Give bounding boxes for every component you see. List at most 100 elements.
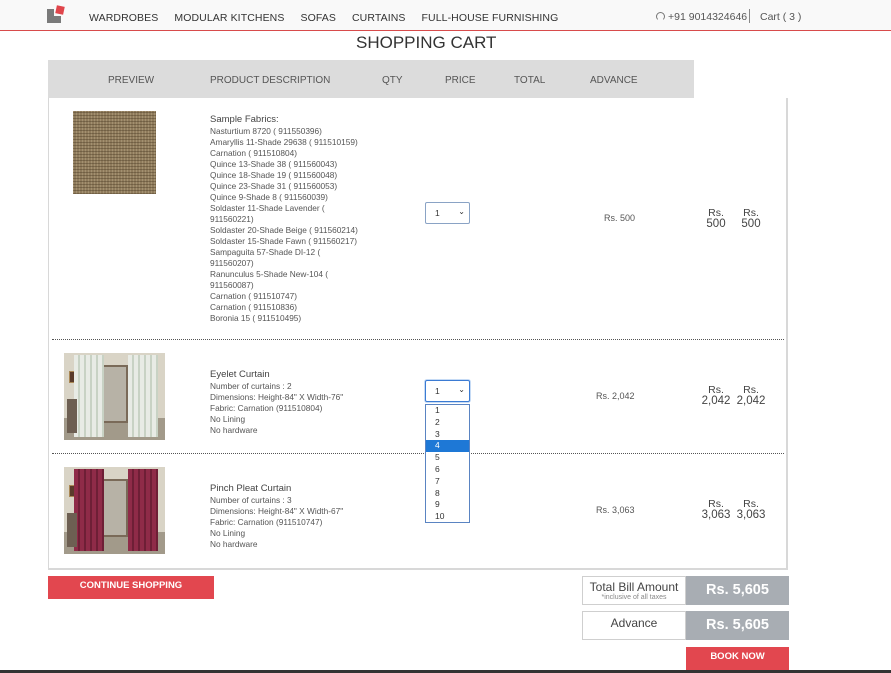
total-value: 500: [706, 218, 726, 230]
item-price: Rs. 500: [604, 213, 636, 223]
col-preview: PREVIEW: [108, 75, 155, 86]
item-line: Dimensions: Height-84" X Width-67": [210, 506, 344, 516]
advance-label: Advance: [582, 611, 686, 640]
quantity-dropdown-list[interactable]: 1 2 3 4 5 6 7 8 9 10: [425, 404, 470, 523]
item-line: Ranunculus 5-Shade New-104 (: [210, 269, 329, 279]
dropdown-option[interactable]: 9: [426, 499, 469, 511]
chevron-down-icon: ⌄: [458, 385, 465, 394]
total-bill-label: Total Bill Amount: [589, 580, 679, 594]
item-total: Rs. 2,042: [699, 385, 733, 407]
quantity-value: 1: [435, 386, 440, 396]
item-title: Pinch Pleat Curtain: [210, 483, 292, 494]
dropdown-option[interactable]: 8: [426, 488, 469, 500]
item-line: Quince 9-Shade 8 ( 911560039): [210, 192, 328, 202]
col-advance: ADVANCE: [590, 75, 638, 86]
row-divider: [52, 339, 784, 340]
item-line: Soldaster 15-Shade Fawn ( 911560217): [210, 236, 357, 246]
item-line: Amaryllis 11-Shade 29638 ( 911510159): [210, 137, 358, 147]
dropdown-option[interactable]: 5: [426, 452, 469, 464]
quantity-value: 1: [435, 208, 440, 218]
main-nav: WARDROBES MODULAR KITCHENS SOFAS CURTAIN…: [89, 12, 574, 24]
col-total: TOTAL: [514, 75, 546, 86]
advance-value: 500: [741, 218, 761, 230]
quantity-select[interactable]: 1 ⌄: [425, 202, 470, 224]
item-line: Number of curtains : 2: [210, 381, 292, 391]
item-price: Rs. 3,063: [596, 505, 635, 515]
eyelet-curtain-image: [64, 353, 165, 440]
dropdown-option[interactable]: 7: [426, 476, 469, 488]
item-line: 911560221): [210, 214, 254, 224]
item-description: Eyelet Curtain Number of curtains : 2 Di…: [210, 369, 343, 436]
item-total: Rs. 500: [699, 208, 733, 230]
dropdown-option[interactable]: 10: [426, 511, 469, 523]
item-line: No hardware: [210, 425, 258, 435]
fabric-sample-image: [73, 111, 156, 194]
total-value: 2,042: [701, 395, 731, 407]
item-total: Rs. 3,063: [699, 499, 733, 521]
phone-number: +91 9014324646: [668, 11, 748, 23]
header-divider: [749, 9, 750, 23]
dropdown-option-highlighted[interactable]: 4: [426, 440, 469, 453]
phone-contact[interactable]: +91 9014324646: [656, 11, 747, 23]
item-line: Soldaster 20-Shade Beige ( 911560214): [210, 225, 358, 235]
item-description: Sample Fabrics: Nasturtium 8720 ( 911550…: [210, 114, 358, 324]
headset-icon: [656, 12, 665, 21]
col-price: PRICE: [445, 75, 476, 86]
nav-modular-kitchens[interactable]: MODULAR KITCHENS: [174, 12, 284, 24]
dropdown-option[interactable]: 1: [426, 405, 469, 417]
dropdown-option[interactable]: 6: [426, 464, 469, 476]
advance-total-value: Rs. 5,605: [686, 611, 789, 640]
col-product-description: PRODUCT DESCRIPTION: [210, 75, 331, 86]
item-line: Carnation ( 911510747): [210, 291, 298, 301]
item-line: Carnation ( 911510836): [210, 302, 298, 312]
logo-icon[interactable]: [47, 5, 65, 24]
continue-shopping-button[interactable]: CONTINUE SHOPPING: [48, 576, 214, 599]
item-line: Nasturtium 8720 ( 911550396): [210, 126, 322, 136]
cart-table-header: PREVIEW PRODUCT DESCRIPTION QTY PRICE TO…: [48, 60, 694, 98]
item-line: Boronia 15 ( 911510495): [210, 313, 302, 323]
dropdown-option[interactable]: 3: [426, 429, 469, 441]
book-now-button[interactable]: BOOK NOW: [686, 647, 789, 670]
cart-link[interactable]: Cart ( 3 ): [760, 11, 801, 23]
item-line: Sampaguita 57-Shade DI-12 (: [210, 247, 321, 257]
item-advance: Rs. 500: [734, 208, 768, 230]
total-bill-value: Rs. 5,605: [686, 576, 789, 605]
row-divider: [52, 453, 784, 454]
item-line: Carnation ( 911510804): [210, 148, 298, 158]
item-line: Quince 18-Shade 19 ( 911560048): [210, 170, 338, 180]
item-line: Quince 23-Shade 31 ( 911560053): [210, 181, 338, 191]
pinch-pleat-curtain-image: [64, 467, 165, 554]
item-line: Fabric: Carnation (911510747): [210, 517, 323, 527]
item-line: Soldaster 11-Shade Lavender (: [210, 203, 325, 213]
item-line: No hardware: [210, 539, 258, 549]
item-line: No Lining: [210, 528, 246, 538]
advance-value: 3,063: [736, 509, 766, 521]
nav-sofas[interactable]: SOFAS: [300, 12, 336, 24]
nav-wardrobes[interactable]: WARDROBES: [89, 12, 158, 24]
col-qty: QTY: [382, 75, 403, 86]
item-advance: Rs. 3,063: [734, 499, 768, 521]
item-line: Dimensions: Height-84" X Width-76": [210, 392, 344, 402]
total-value: 3,063: [701, 509, 731, 521]
chevron-down-icon: ⌄: [458, 207, 465, 216]
item-line: 911560087): [210, 280, 254, 290]
top-navbar: WARDROBES MODULAR KITCHENS SOFAS CURTAIN…: [0, 0, 891, 31]
item-title: Sample Fabrics:: [210, 114, 279, 125]
item-line: Fabric: Carnation (911510804): [210, 403, 323, 413]
item-advance: Rs. 2,042: [734, 385, 768, 407]
nav-curtains[interactable]: CURTAINS: [352, 12, 406, 24]
advance-value: 2,042: [736, 395, 766, 407]
item-line: No Lining: [210, 414, 246, 424]
nav-full-house-furnishing[interactable]: FULL-HOUSE FURNISHING: [422, 12, 559, 24]
item-price: Rs. 2,042: [596, 391, 635, 401]
item-description: Pinch Pleat Curtain Number of curtains :…: [210, 483, 343, 550]
total-bill-label-box: Total Bill Amount *inclusive of all taxe…: [582, 576, 686, 605]
item-line: 911560207): [210, 258, 254, 268]
item-line: Number of curtains : 3: [210, 495, 292, 505]
quantity-select[interactable]: 1 ⌄: [425, 380, 470, 402]
item-title: Eyelet Curtain: [210, 369, 270, 380]
page-title: SHOPPING CART: [356, 33, 497, 52]
item-line: Quince 13-Shade 38 ( 911560043): [210, 159, 338, 169]
dropdown-option[interactable]: 2: [426, 417, 469, 429]
tax-note: *inclusive of all taxes: [601, 594, 667, 601]
